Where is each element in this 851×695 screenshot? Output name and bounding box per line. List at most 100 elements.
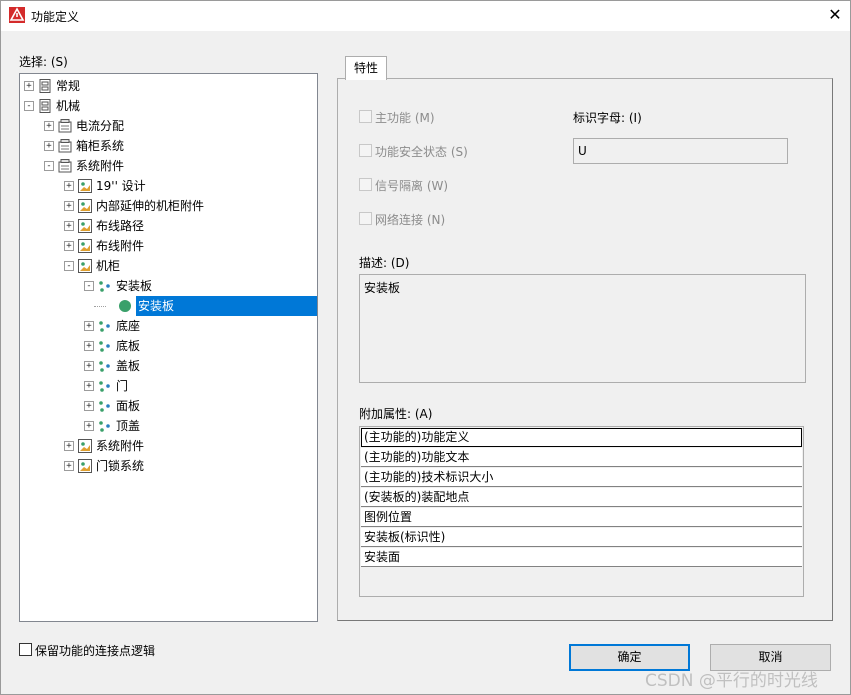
tree-node-label: 布线路径 [96,219,145,233]
expand-icon[interactable]: + [44,141,54,151]
dots-icon [98,279,112,293]
expand-icon[interactable]: + [44,121,54,131]
tree-node-label: 面板 [116,399,141,413]
safety-state-label: 功能安全状态 (S) [375,145,468,159]
tree-node[interactable]: + 盖板 [20,356,317,376]
green-dot-icon [118,299,132,313]
expand-icon[interactable]: + [84,361,94,371]
close-icon[interactable]: ✕ [824,4,846,26]
tree-node[interactable]: + 常规 [20,76,317,96]
collapse-icon[interactable]: - [44,161,54,171]
dots-icon [98,319,112,333]
cabinet-icon [38,99,52,113]
extra-attrs-grid[interactable]: (主功能的)功能定义 (主功能的)功能文本 (主功能的)技术标识大小 (安装板的)装配… [359,426,804,597]
id-letter-field[interactable]: U [573,138,788,164]
collapse-icon[interactable]: - [24,101,34,111]
id-letter-label: 标识字母: (I) [573,111,642,125]
expand-icon[interactable]: + [64,201,74,211]
tree-node[interactable]: + 底板 [20,336,317,356]
attr-row[interactable]: 安装板(标识性) [361,528,802,547]
network-connection-checkbox[interactable] [359,212,372,225]
tree-node[interactable]: + 面板 [20,396,317,416]
tree-node[interactable]: + 系统附件 [20,436,317,456]
signal-isolation-label: 信号隔离 (W) [375,179,449,193]
description-field[interactable]: 安装板 [359,274,806,383]
safety-state-checkbox[interactable] [359,144,372,157]
tree-node[interactable]: - 系统附件 [20,156,317,176]
tree-node[interactable]: + 电流分配 [20,116,317,136]
tree-node-label: 机械 [56,99,81,113]
tree-node-label: 19'' 设计 [96,179,146,193]
description-label: 描述: (D) [359,256,410,270]
tree-node[interactable]: + 箱柜系统 [20,136,317,156]
tree-label: 选择: (S) [19,55,68,69]
function-tree[interactable]: + 常规 - 机械 + 电流分配 + 箱柜系统 - 系统附件 +19'' 设计 + 内部延伸的机柜附件 +… [19,73,318,622]
dots-icon [98,419,112,433]
tree-node[interactable]: - 机柜 [20,256,317,276]
tree-node-label: 底板 [116,339,141,353]
tree-node[interactable]: + 门 [20,376,317,396]
tree-node[interactable]: + 顶盖 [20,416,317,436]
tree-node[interactable]: + 内部延伸的机柜附件 [20,196,317,216]
tree-node[interactable]: +19'' 设计 [20,176,317,196]
tree-node-label: 门 [116,379,129,393]
tree-node-label: 盖板 [116,359,141,373]
expand-icon[interactable]: + [64,181,74,191]
expand-icon[interactable]: + [24,81,34,91]
tree-node[interactable]: - 安装板 [20,276,317,296]
tree-connector [94,306,106,307]
window-title: 功能定义 [31,10,80,24]
tree-node[interactable]: + 布线路径 [20,216,317,236]
expand-icon[interactable]: + [64,241,74,251]
picture-icon [78,199,92,213]
attr-row[interactable]: (主功能的)功能文本 [361,448,802,467]
attr-row[interactable]: (主功能的)技术标识大小 [361,468,802,487]
attr-row[interactable]: 安装面 [361,548,802,567]
tree-node-label: 布线附件 [96,239,145,253]
dots-icon [98,399,112,413]
tree-node[interactable]: + 底座 [20,316,317,336]
expand-icon[interactable]: + [84,341,94,351]
tree-node-label: 箱柜系统 [76,139,125,153]
collapse-icon[interactable]: - [84,281,94,291]
box-icon [58,119,72,133]
main-function-checkbox[interactable] [359,110,372,123]
dots-icon [98,359,112,373]
expand-icon[interactable]: + [64,221,74,231]
tree-node-label: 系统附件 [76,159,125,173]
picture-icon [78,459,92,473]
app-logo-icon [9,7,25,23]
keep-logic-label: 保留功能的连接点逻辑 [35,644,156,658]
picture-icon [78,259,92,273]
tree-node-label: 底座 [116,319,141,333]
expand-icon[interactable]: + [84,381,94,391]
network-connection-label: 网络连接 (N) [375,213,446,227]
expand-icon[interactable]: + [64,461,74,471]
expand-icon[interactable]: + [84,401,94,411]
signal-isolation-checkbox[interactable] [359,178,372,191]
tree-node-label: 安装板 [136,296,317,316]
picture-icon [78,439,92,453]
tree-node-label: 安装板 [116,279,153,293]
tree-node-label: 常规 [56,79,81,93]
expand-icon[interactable]: + [64,441,74,451]
picture-icon [78,179,92,193]
tab-properties[interactable]: 特性 [345,56,388,80]
attr-row[interactable]: (主功能的)功能定义 [361,428,802,447]
expand-icon[interactable]: + [84,421,94,431]
tree-node-label: 内部延伸的机柜附件 [96,199,205,213]
attr-row[interactable]: 图例位置 [361,508,802,527]
tree-node[interactable]: 安装板 [20,296,317,316]
picture-icon [78,239,92,253]
attr-row[interactable]: (安装板的)装配地点 [361,488,802,507]
tree-node[interactable]: + 布线附件 [20,236,317,256]
box-icon [58,139,72,153]
collapse-icon[interactable]: - [64,261,74,271]
keep-logic-checkbox[interactable] [19,643,32,656]
dots-icon [98,339,112,353]
expand-icon[interactable]: + [84,321,94,331]
watermark: CSDN @平行的时光线 [645,671,818,691]
tree-node[interactable]: - 机械 [20,96,317,116]
tree-node[interactable]: + 门锁系统 [20,456,317,476]
box-icon [58,159,72,173]
